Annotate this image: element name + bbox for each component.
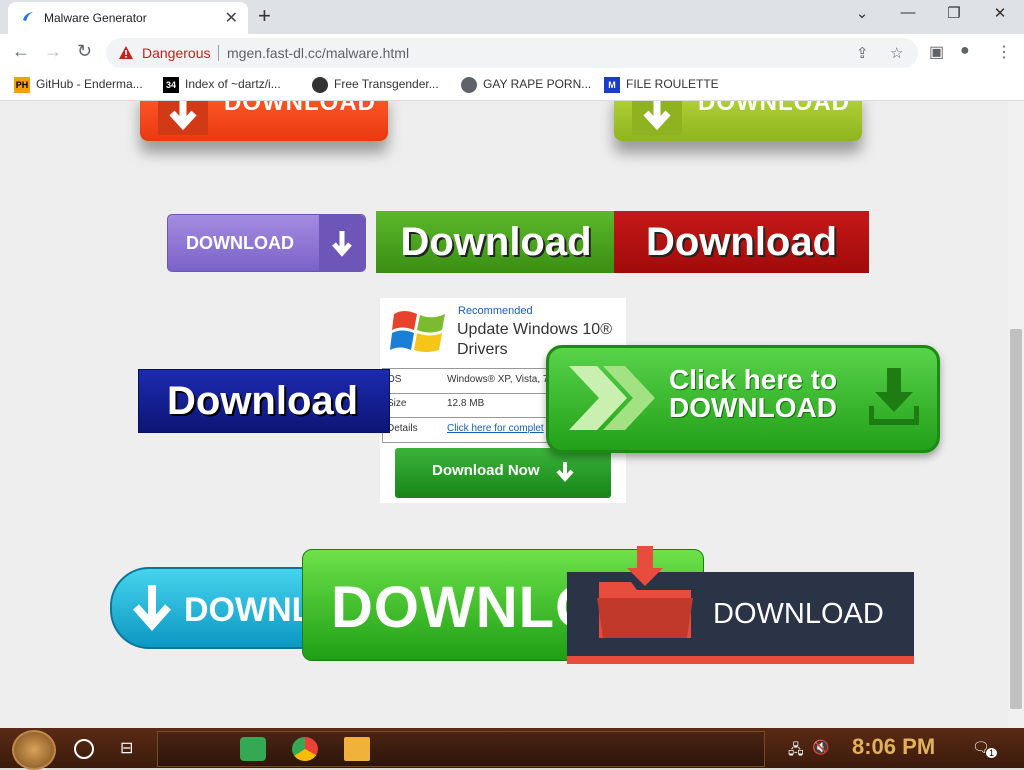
notification-count-badge: 1 — [986, 748, 997, 758]
share-icon[interactable]: ⇪ — [856, 44, 869, 62]
folder-download-button[interactable]: DOWNLOAD — [567, 546, 914, 664]
task-view-icon[interactable]: ⊟ — [120, 738, 133, 758]
minimize-icon[interactable]: — — [898, 4, 918, 21]
button-label: Download — [645, 220, 838, 264]
tab-search-icon[interactable]: ⌄ — [852, 4, 872, 22]
bookmark-label: GitHub - Enderma... — [36, 77, 143, 92]
url-text[interactable]: mgen.fast-dl.cc/malware.html — [227, 45, 409, 61]
volume-muted-icon[interactable]: 🔇 — [812, 739, 829, 756]
ad-row-size: Size 12.8 MB — [382, 393, 554, 418]
click-here-label: Click here to DOWNLOAD — [669, 366, 837, 422]
chevrons-icon — [569, 366, 655, 430]
bookmark-label: FILE ROULETTE — [626, 77, 719, 92]
reload-icon[interactable]: ↻ — [77, 41, 92, 62]
click-here-download-button[interactable]: Click here to DOWNLOAD — [546, 345, 940, 453]
button-label: DOWNLO — [331, 575, 602, 640]
button-label: Download — [400, 220, 592, 264]
bookmark-label: Index of ~dartz/i... — [185, 77, 281, 92]
page-scrollbar[interactable] — [1008, 101, 1024, 728]
button-label: DOWNLOAD — [713, 598, 884, 630]
site-34-icon: 34 — [163, 77, 179, 93]
taskbar-clock[interactable]: 8:06 PM — [852, 734, 935, 760]
start-button[interactable] — [12, 730, 56, 770]
restore-icon[interactable]: ❐ — [944, 4, 964, 22]
address-bar[interactable]: Dangerous mgen.fast-dl.cc/malware.html ⇪… — [106, 38, 918, 68]
bookmark-file-roulette[interactable]: M FILE ROULETTE — [604, 77, 719, 93]
file-explorer-icon[interactable] — [344, 737, 370, 761]
red-download-button[interactable]: DOWNLOAD — [140, 101, 388, 141]
bookmark-label: GAY RAPE PORN... — [483, 77, 592, 92]
globe-icon — [461, 77, 477, 93]
lime-download-button[interactable]: DOWNLOAD — [614, 101, 862, 141]
bookmark-gay-rape-porn[interactable]: GAY RAPE PORN... — [461, 77, 591, 93]
ph-logo-icon: PH — [14, 77, 30, 93]
bookmark-free-transgender[interactable]: Free Transgender... — [312, 77, 439, 93]
label-line: Click here to — [669, 364, 838, 395]
taskbar-apps — [157, 731, 765, 767]
button-label: Download Now — [432, 462, 540, 479]
download-arrow-icon — [158, 101, 208, 135]
profile-avatar-icon[interactable]: ● — [960, 42, 970, 60]
page-content: DOWNLOAD DOWNLOAD DOWNLOAD Download Down… — [0, 101, 1008, 728]
new-tab-icon[interactable]: + — [258, 3, 271, 29]
bookmark-star-icon[interactable]: ☆ — [890, 44, 903, 62]
taskbar: ⊟ 🖧 🔇 8:06 PM 🗨 1 — [0, 728, 1024, 770]
tab-malware-generator[interactable]: Malware Generator ✕ — [8, 2, 248, 34]
notes-app-icon[interactable] — [240, 737, 266, 761]
ad-row-os: OS Windows® XP, Vista, 7 — [382, 368, 554, 394]
download-arrow-icon — [556, 462, 574, 483]
tab-title: Malware Generator — [44, 11, 147, 25]
download-arrow-icon — [319, 215, 365, 271]
bookmark-label: Free Transgender... — [334, 77, 439, 92]
folder-download-icon — [597, 546, 693, 638]
network-icon[interactable]: 🖧 — [788, 739, 804, 763]
navy-download-button[interactable]: Download — [138, 369, 390, 433]
search-circle-icon[interactable] — [74, 739, 94, 759]
ad-title-line: Update Windows 10® — [457, 321, 612, 338]
omnibox-divider — [218, 45, 219, 61]
download-now-button[interactable]: Download Now — [395, 448, 611, 498]
bookmark-index-dartz[interactable]: 34 Index of ~dartz/i... — [163, 77, 281, 93]
button-label: DOWNLOAD — [186, 233, 294, 253]
label-line: DOWNLOAD — [669, 392, 837, 423]
bookmarks-bar: PH GitHub - Enderma... 34 Index of ~dartz/… — [0, 72, 1024, 101]
skull-icon — [312, 77, 328, 93]
menu-kebab-icon[interactable]: ⋮ — [996, 42, 1012, 62]
button-label: DOWNL — [184, 591, 313, 629]
mf-logo-icon: M — [604, 77, 620, 93]
button-label: DOWNLOAD — [224, 101, 376, 116]
details-link[interactable]: Click here for complet — [447, 423, 544, 434]
scrollbar-thumb[interactable] — [1010, 329, 1022, 709]
windows-logo-icon — [390, 311, 445, 352]
row-key: Details — [387, 423, 418, 434]
row-value: Windows® XP, Vista, 7 — [447, 374, 549, 385]
recommended-label: Recommended — [458, 305, 533, 317]
side-panel-icon[interactable]: ▣ — [929, 42, 944, 62]
chrome-icon[interactable] — [292, 737, 318, 761]
row-value: 12.8 MB — [447, 398, 485, 409]
bookmark-github[interactable]: PH GitHub - Enderma... — [14, 77, 143, 93]
back-icon[interactable]: ← — [12, 41, 30, 62]
security-status-label[interactable]: Dangerous — [142, 45, 211, 61]
forward-icon[interactable]: → — [44, 41, 62, 62]
download-arrow-icon — [133, 585, 171, 632]
button-label: Download — [167, 379, 359, 423]
browser-toolbar: ← → ↻ Dangerous mgen.fast-dl.cc/malware.… — [0, 34, 1024, 72]
darkred-download-button[interactable]: Download — [614, 211, 869, 273]
purple-download-button[interactable]: DOWNLOAD — [167, 214, 366, 272]
close-window-icon[interactable]: ✕ — [990, 4, 1010, 22]
green-download-button[interactable]: Download — [376, 211, 616, 273]
tab-close-icon[interactable]: ✕ — [225, 8, 238, 28]
page-favicon-icon — [23, 12, 33, 21]
warning-triangle-icon[interactable] — [118, 45, 134, 61]
tab-strip: Malware Generator ✕ + ⌄ — ❐ ✕ — [0, 0, 1024, 34]
download-tray-icon — [869, 368, 919, 425]
button-label: DOWNLOAD — [698, 101, 850, 116]
ad-row-details: Details Click here for complet — [382, 418, 554, 443]
download-arrow-icon — [632, 101, 682, 135]
